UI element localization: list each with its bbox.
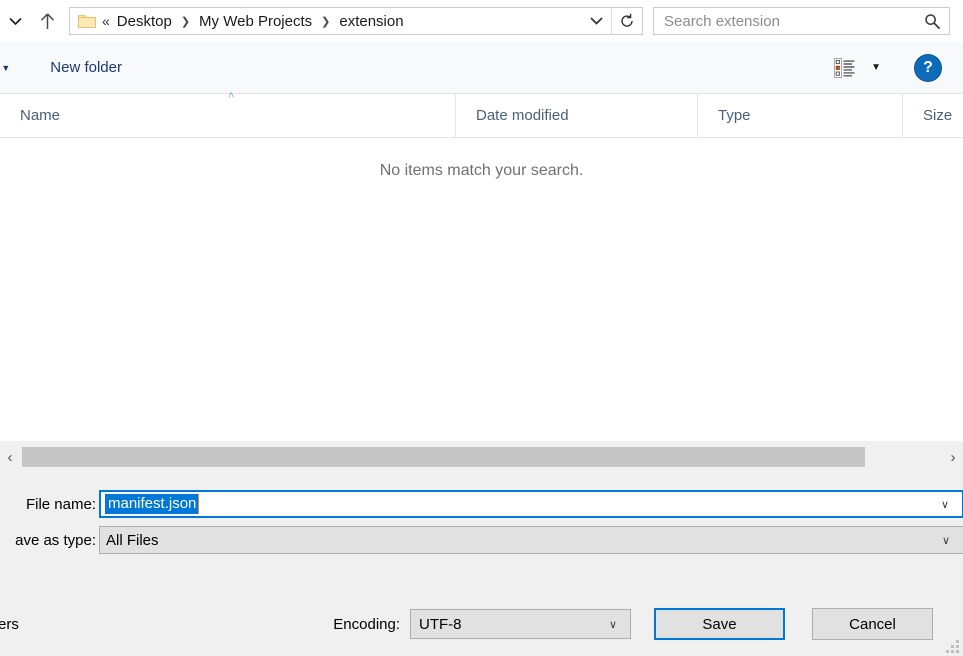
breadcrumb-overflow[interactable]: « <box>98 13 115 29</box>
folder-icon <box>76 14 98 29</box>
file-name-combobox[interactable]: manifest.json ∨ <box>99 490 963 518</box>
encoding-value: UTF-8 <box>419 615 462 633</box>
empty-state-message: No items match your search. <box>379 162 584 179</box>
column-header-name[interactable]: ˄ Name <box>0 90 455 137</box>
scrollbar-track[interactable] <box>20 447 943 467</box>
chevron-down-icon <box>589 17 603 25</box>
column-header-size[interactable]: Size <box>902 93 963 137</box>
address-history-button[interactable] <box>581 8 611 34</box>
scroll-left-arrow-icon[interactable]: ‹ <box>0 441 20 473</box>
chevron-down-icon[interactable]: ∨ <box>929 527 963 553</box>
column-header-date-modified[interactable]: Date modified <box>455 93 697 137</box>
breadcrumb-separator-icon[interactable]: ❯ <box>314 15 337 28</box>
save-dialog-footer: File name: manifest.json ∨ ave as type: … <box>0 473 963 656</box>
view-options-caret-icon[interactable]: ▼ <box>871 62 881 73</box>
breadcrumb-item-extension[interactable]: extension <box>337 13 405 30</box>
breadcrumb-separator-icon[interactable]: ❯ <box>174 15 197 28</box>
refresh-button[interactable] <box>611 8 642 34</box>
change-view-button[interactable] <box>831 56 859 80</box>
up-one-level-button[interactable] <box>30 6 64 36</box>
file-name-input[interactable]: manifest.json <box>105 494 199 514</box>
file-list-area[interactable]: No items match your search. <box>0 138 963 438</box>
column-header-type-label: Type <box>718 106 751 124</box>
chevron-down-icon[interactable]: ∨ <box>928 492 962 516</box>
column-header-size-label: Size <box>923 106 953 124</box>
hide-folders-button[interactable]: olders <box>0 616 19 633</box>
chevron-down-icon[interactable]: ∨ <box>596 610 630 638</box>
column-header-row: ˄ Name Date modified Type Size <box>0 90 963 138</box>
encoding-label: Encoding: <box>333 615 400 633</box>
encoding-combobox[interactable]: UTF-8 ∨ <box>410 609 631 639</box>
save-button[interactable]: Save <box>654 608 785 640</box>
column-header-date-modified-label: Date modified <box>476 106 569 124</box>
horizontal-scrollbar[interactable]: ‹ › <box>0 441 963 473</box>
dialog-action-row: olders Encoding: UTF-8 ∨ Save Cancel <box>0 604 963 644</box>
breadcrumb-item-my-web-projects[interactable]: My Web Projects <box>197 13 314 30</box>
chevron-down-icon: ▼ <box>1 62 11 73</box>
recent-locations-button[interactable] <box>0 6 30 36</box>
save-as-type-label: ave as type: <box>15 531 96 549</box>
column-header-type[interactable]: Type <box>697 93 902 137</box>
organize-button[interactable]: e ▼ <box>0 55 18 80</box>
scrollbar-thumb[interactable] <box>22 447 865 467</box>
save-as-type-value: All Files <box>106 531 159 549</box>
search-box[interactable]: Search extension <box>653 7 950 35</box>
file-name-row: File name: manifest.json ∨ <box>0 490 963 518</box>
scroll-right-arrow-icon[interactable]: › <box>943 441 963 473</box>
file-name-label: File name: <box>25 495 96 513</box>
sort-ascending-icon: ˄ <box>228 90 235 102</box>
refresh-icon <box>621 13 633 27</box>
resize-grip[interactable] <box>946 640 960 654</box>
list-view-icon <box>834 57 855 78</box>
search-icon <box>915 13 949 30</box>
search-input[interactable]: Search extension <box>654 13 915 30</box>
save-as-type-row: ave as type: All Files ∨ <box>0 526 963 554</box>
new-folder-button[interactable]: New folder <box>42 55 130 80</box>
breadcrumb-item-desktop[interactable]: Desktop <box>115 13 174 30</box>
command-toolbar: e ▼ New folder ▼ ? <box>0 42 963 94</box>
save-as-type-combobox[interactable]: All Files ∨ <box>99 526 963 554</box>
column-header-name-label: Name <box>20 106 61 124</box>
help-button[interactable]: ? <box>915 54 941 81</box>
arrow-up-icon <box>40 12 54 29</box>
chevron-down-icon <box>8 17 22 25</box>
navigation-bar: « Desktop ❯ My Web Projects ❯ extension … <box>0 0 963 42</box>
cancel-button[interactable]: Cancel <box>812 608 933 640</box>
address-bar[interactable]: « Desktop ❯ My Web Projects ❯ extension <box>69 7 643 35</box>
